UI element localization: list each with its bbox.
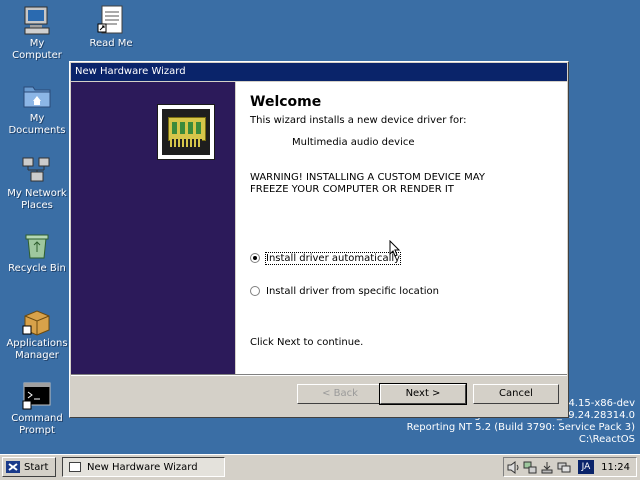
- network-icon: [21, 154, 53, 186]
- start-button[interactable]: Start: [2, 457, 56, 477]
- window-title: New Hardware Wizard: [75, 66, 186, 77]
- display-icon[interactable]: [557, 461, 571, 474]
- intro-text: This wizard installs a new device driver…: [250, 115, 467, 126]
- option-install-from-location[interactable]: Install driver from specific location: [250, 284, 439, 298]
- safely-remove-hardware-icon[interactable]: [540, 461, 554, 474]
- option-install-automatically[interactable]: Install driver automatically: [250, 251, 402, 265]
- desktop-icon-label: My: [29, 113, 45, 124]
- desktop-icon-label: My Network: [7, 188, 67, 199]
- radio-label[interactable]: Install driver from specific location: [266, 286, 439, 297]
- wizard-side-panel: [71, 82, 235, 374]
- package-icon: [21, 304, 53, 336]
- language-indicator[interactable]: JA: [578, 460, 594, 474]
- desktop-icon-recycle-bin[interactable]: Recycle Bin: [2, 229, 72, 275]
- watermark-line: Reporting NT 5.2 (Build 3790: Service Pa…: [406, 422, 635, 433]
- page-title: Welcome: [250, 94, 322, 110]
- desktop-icon-my-documents[interactable]: My Documents: [2, 79, 72, 137]
- document-icon: [95, 4, 127, 36]
- desktop-icon-label: Applications: [6, 338, 68, 349]
- watermark-line: C:\ReactOS: [578, 434, 635, 445]
- desktop-icon-label: Command: [11, 413, 63, 424]
- radio-button[interactable]: [250, 286, 260, 296]
- window-icon: [69, 462, 81, 472]
- hardware-card-icon: [157, 104, 215, 160]
- wizard-content: Welcome This wizard installs a new devic…: [236, 82, 567, 374]
- desktop-icon-label: Computer: [12, 50, 62, 61]
- volume-icon[interactable]: [507, 461, 521, 474]
- start-label: Start: [24, 461, 49, 473]
- device-name: Multimedia audio device: [292, 137, 415, 148]
- recycle-bin-icon: [21, 229, 53, 261]
- button-separator: [71, 374, 567, 376]
- system-tray: JA 11:24: [503, 457, 637, 477]
- desktop-icon-label: Read Me: [89, 38, 133, 49]
- taskbar-item-new-hardware-wizard[interactable]: New Hardware Wizard: [62, 457, 225, 477]
- desktop-icon-command-prompt[interactable]: Command Prompt: [2, 379, 72, 437]
- radio-label[interactable]: Install driver automatically: [264, 251, 402, 265]
- next-button[interactable]: Next >: [379, 383, 467, 405]
- desktop-icon-label: Documents: [8, 125, 66, 136]
- warning-text-line1: WARNING! INSTALLING A CUSTOM DEVICE MAY: [250, 172, 485, 183]
- desktop-icon-my-network-places[interactable]: My Network Places: [2, 154, 72, 212]
- footer-text: Click Next to continue.: [250, 337, 364, 348]
- desktop-icon-label: Recycle Bin: [8, 263, 66, 274]
- cancel-button[interactable]: Cancel: [473, 384, 559, 404]
- desktop-icon-label: Prompt: [19, 425, 55, 436]
- desktop-icon-label: Manager: [15, 350, 59, 361]
- title-bar[interactable]: New Hardware Wizard: [71, 63, 567, 81]
- network-tray-icon[interactable]: [523, 461, 537, 474]
- folder-icon: [21, 79, 53, 111]
- new-hardware-wizard-window: New Hardware Wizard Welcome This wizard …: [69, 61, 569, 418]
- desktop-icon-read-me[interactable]: Read Me: [76, 4, 146, 50]
- computer-icon: [21, 4, 53, 36]
- desktop-icon-my-computer[interactable]: My Computer: [2, 4, 72, 62]
- desktop-icon-applications-manager[interactable]: Applications Manager: [2, 304, 72, 362]
- desktop-icon-label: Places: [21, 200, 53, 211]
- desktop-icon-label: My: [29, 38, 45, 49]
- taskbar: Start New Hardware Wizard JA 11:24: [0, 454, 640, 480]
- mouse-cursor-icon: [389, 240, 401, 257]
- terminal-icon: [21, 379, 53, 411]
- warning-text-line2: FREEZE YOUR COMPUTER OR RENDER IT: [250, 184, 454, 195]
- reactos-logo-icon: [6, 461, 20, 473]
- taskbar-item-label: New Hardware Wizard: [87, 461, 198, 473]
- clock[interactable]: 11:24: [601, 462, 630, 473]
- radio-button[interactable]: [250, 253, 260, 263]
- back-button[interactable]: < Back: [297, 384, 383, 404]
